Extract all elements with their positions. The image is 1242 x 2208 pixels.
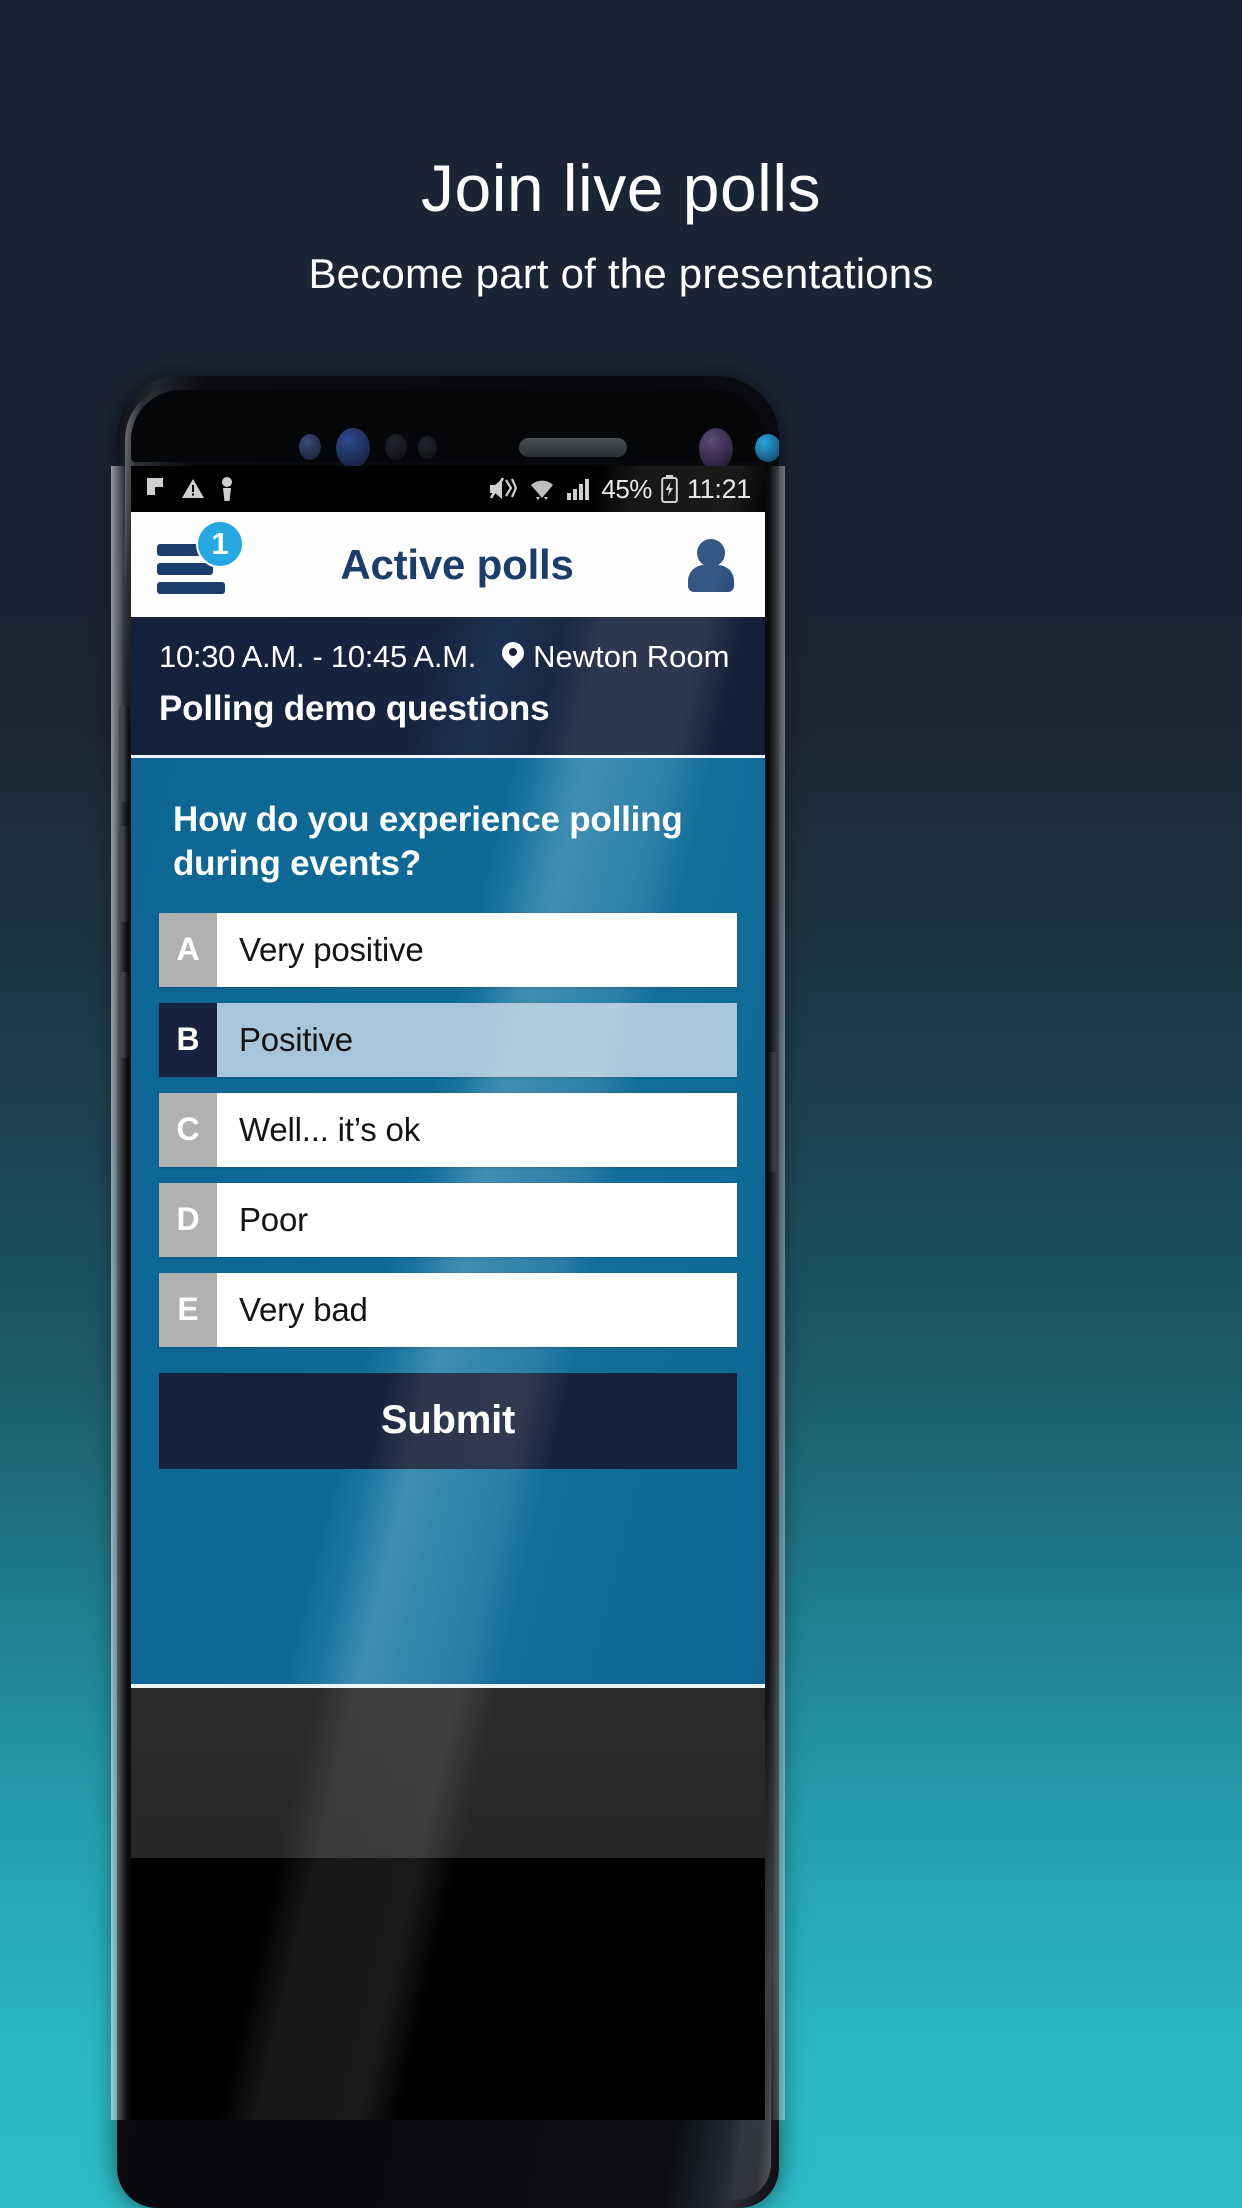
status-bar-right-icons: 45% 11:21 <box>488 474 751 505</box>
hamburger-line <box>157 562 213 575</box>
poll-option-letter: A <box>159 912 217 987</box>
android-status-bar: 45% 11:21 <box>131 466 765 512</box>
poll-option-label: Very positive <box>217 912 737 987</box>
battery-percent-label: 45% <box>601 473 652 504</box>
poll-option[interactable]: B Positive <box>159 1002 737 1077</box>
poll-option[interactable]: E Very bad <box>159 1272 737 1347</box>
led-indicator-icon <box>418 436 437 459</box>
android-navigation-bar <box>131 1688 765 1858</box>
session-info-bar[interactable]: 10:30 A.M. - 10:45 A.M. Newton Room Poll… <box>131 617 765 755</box>
volume-down-button[interactable] <box>119 826 130 922</box>
session-location-label: Newton Room <box>533 639 730 674</box>
status-bar-clock: 11:21 <box>686 473 751 504</box>
page-title: Join live polls <box>420 151 822 225</box>
menu-notification-badge: 1 <box>196 519 244 568</box>
power-button[interactable] <box>767 1052 778 1172</box>
proximity-sensor-icon <box>299 434 321 460</box>
app-title: Active polls <box>340 540 574 588</box>
phone-mockup: 45% 11:21 1 Active polls 10:30 A.M. - 10… <box>107 376 789 2208</box>
flag-icon <box>145 476 167 502</box>
iris-scanner-icon <box>336 428 370 468</box>
phone-top-bezel <box>131 390 779 470</box>
poll-option-label: Positive <box>217 1002 737 1077</box>
app-header: 1 Active polls <box>131 512 765 617</box>
bixby-button[interactable] <box>119 972 130 1058</box>
battery-charging-icon <box>661 475 678 503</box>
avatar-head <box>697 538 725 567</box>
status-bar-left-icons <box>145 476 235 502</box>
page-subtitle: Become part of the presentations <box>308 250 934 297</box>
avatar-body <box>688 564 734 592</box>
person-avatar-icon[interactable] <box>683 537 739 593</box>
session-time-range: 10:30 A.M. - 10:45 A.M. <box>159 639 477 674</box>
volume-mute-icon <box>488 476 518 502</box>
cellular-signal-icon <box>566 476 592 502</box>
person-pin-icon <box>219 476 235 502</box>
poll-option-letter: E <box>159 1272 217 1347</box>
light-sensor-icon <box>385 434 407 460</box>
location-pin-icon <box>502 642 524 672</box>
poll-option-letter: D <box>159 1182 217 1257</box>
poll-question: How do you experience polling during eve… <box>173 800 683 884</box>
poll-option-label: Very bad <box>217 1272 737 1347</box>
volume-up-button[interactable] <box>119 706 130 802</box>
submit-button[interactable]: Submit <box>159 1372 737 1469</box>
phone-body: 45% 11:21 1 Active polls 10:30 A.M. - 10… <box>117 376 779 2208</box>
poll-option-letter: C <box>159 1092 217 1167</box>
session-location: Newton Room <box>502 639 729 675</box>
ir-sensor-icon <box>755 434 779 462</box>
session-title: Polling demo questions <box>159 689 550 728</box>
poll-option[interactable]: A Very positive <box>159 912 737 987</box>
session-meta-row: 10:30 A.M. - 10:45 A.M. Newton Room <box>159 639 737 675</box>
hamburger-menu-icon[interactable]: 1 <box>157 519 244 596</box>
poll-option[interactable]: D Poor <box>159 1182 737 1257</box>
poll-option-letter: B <box>159 1002 217 1077</box>
poll-panel: How do you experience polling during eve… <box>131 758 765 1688</box>
poll-options-list: A Very positive B Positive C Well... it’s ok D… <box>159 912 737 1347</box>
poll-option-label: Poor <box>217 1182 737 1257</box>
hamburger-line <box>157 581 225 594</box>
poll-bottom-divider <box>131 1684 765 1688</box>
poll-option-label: Well... it’s ok <box>217 1092 737 1167</box>
front-camera-icon <box>699 428 733 470</box>
wifi-icon <box>527 476 557 502</box>
poll-option[interactable]: C Well... it’s ok <box>159 1092 737 1167</box>
earpiece-speaker <box>519 438 627 457</box>
warning-triangle-icon <box>181 477 205 501</box>
phone-screen: 45% 11:21 1 Active polls 10:30 A.M. - 10… <box>131 466 765 2120</box>
